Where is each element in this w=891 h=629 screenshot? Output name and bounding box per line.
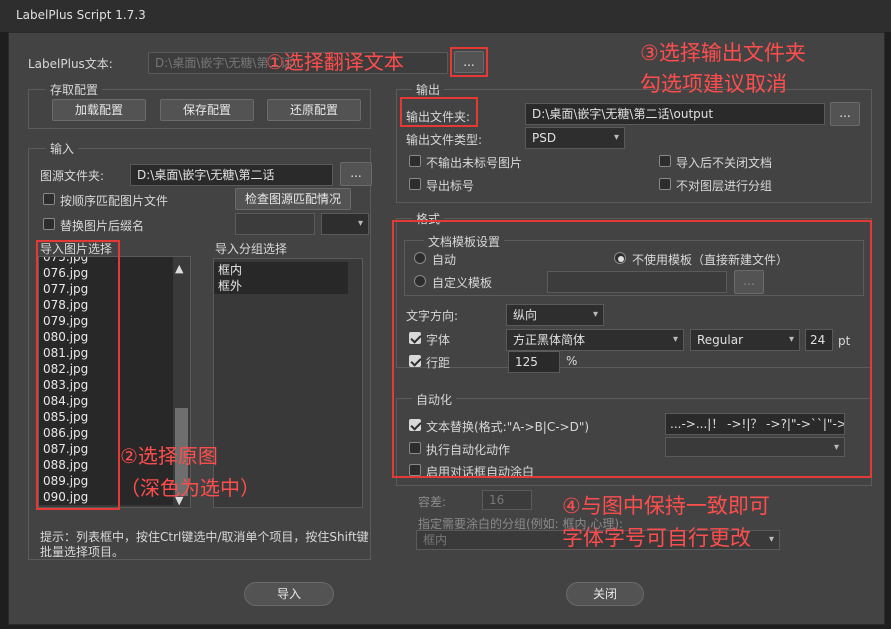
replace-ext-field[interactable] — [235, 213, 315, 235]
source-folder-field[interactable]: D:\桌面\嵌字\无糖\第二话 — [130, 164, 333, 186]
input-group-title: 输入 — [46, 140, 79, 157]
reset-config-button[interactable]: 还原配置 — [267, 99, 361, 121]
close-button[interactable]: 关闭 — [566, 582, 644, 606]
output-type-select[interactable]: PSD ▾ — [525, 127, 625, 149]
no-group-checkbox[interactable] — [659, 178, 671, 190]
annotation-box-images — [36, 240, 120, 510]
group-list[interactable]: 框内 框外 — [213, 258, 363, 508]
output-folder-field[interactable]: D:\桌面\嵌字\无糖\第二话\output — [525, 103, 825, 125]
config-group-title: 存取配置 — [46, 81, 103, 98]
match-order-checkbox[interactable] — [43, 193, 55, 205]
output-type-label: 输出文件类型: — [406, 133, 483, 147]
tolerance-label: 容差: — [418, 495, 447, 509]
match-order-label: 按顺序匹配图片文件 — [60, 194, 169, 208]
replace-ext-label: 替换图片后缀名 — [60, 219, 145, 233]
source-folder-label: 图源文件夹: — [40, 169, 105, 183]
fill-group-value: 框内 — [423, 533, 448, 547]
annotation-format-line2: 字体字号可自行更改 — [562, 526, 751, 550]
annotation-output-line1: ③选择输出文件夹 — [640, 41, 806, 65]
annotation-select-text: ①选择翻译文本 — [266, 50, 404, 74]
annotation-images-line1: ②选择原图 — [120, 444, 218, 468]
save-config-button[interactable]: 保存配置 — [160, 99, 254, 121]
replace-ext-select[interactable]: ▾ — [321, 213, 369, 235]
annotation-box-output — [400, 97, 478, 127]
source-browse-button[interactable]: ... — [340, 162, 372, 186]
export-labels-label: 导出标号 — [426, 179, 475, 193]
replace-ext-checkbox[interactable] — [43, 218, 55, 230]
list-item[interactable]: 框内 — [214, 262, 348, 278]
tolerance-field[interactable]: 16 — [482, 490, 532, 510]
check-match-button[interactable]: 检查图源匹配情况 — [235, 188, 351, 210]
output-type-value: PSD — [532, 131, 557, 145]
chevron-down-icon: ▾ — [768, 534, 774, 545]
import-button[interactable]: 导入 — [244, 582, 334, 606]
annotation-output-line2: 勾选项建议取消 — [640, 72, 787, 96]
load-config-button[interactable]: 加载配置 — [52, 99, 146, 121]
labelplus-label: LabelPlus文本: — [28, 57, 113, 71]
hint-text: 提示：列表框中，按住Ctrl键选中/取消单个项目，按住Shift键批量选择项目。 — [40, 530, 369, 559]
annotation-box-browse — [450, 47, 488, 77]
no-unlabeled-checkbox[interactable] — [409, 155, 421, 167]
no-group-label: 不对图层进行分组 — [676, 179, 773, 193]
annotation-format-line1: ④与图中保持一致即可 — [562, 494, 770, 518]
output-browse-button[interactable]: ... — [830, 102, 860, 126]
export-labels-checkbox[interactable] — [409, 178, 421, 190]
no-unlabeled-label: 不输出未标号图片 — [426, 156, 523, 170]
output-group-title: 输出 — [412, 81, 445, 98]
window-title: LabelPlus Script 1.7.3 — [16, 8, 146, 22]
annotation-images-line2: （深色为选中） — [120, 476, 260, 500]
no-close-label: 导入后不关闭文档 — [676, 156, 773, 170]
group-list-label: 导入分组选择 — [215, 242, 288, 256]
no-close-checkbox[interactable] — [659, 155, 671, 167]
chevron-down-icon: ▾ — [357, 218, 363, 229]
annotation-box-format — [392, 220, 872, 478]
scroll-up-icon[interactable]: ▲ — [175, 262, 183, 275]
list-item[interactable]: 框外 — [214, 278, 348, 294]
chevron-down-icon: ▾ — [613, 132, 619, 143]
